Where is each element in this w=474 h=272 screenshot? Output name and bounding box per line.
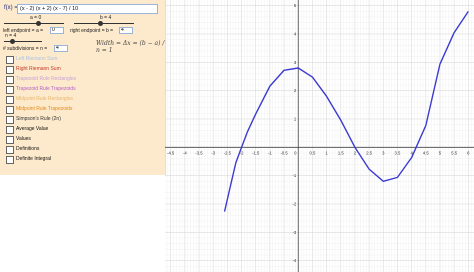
x-tick-label: -4: [183, 150, 187, 155]
control-panel: f(x) = a = 0 b = 4 left endpoint = a = r…: [0, 0, 166, 272]
x-tick-label: -0.5: [280, 150, 288, 155]
y-tick-label: -4: [293, 258, 297, 263]
x-tick-label: -4.5: [167, 150, 175, 155]
function-input[interactable]: [17, 4, 158, 14]
checkbox-label: Midpoint Rule Rectangles: [16, 96, 73, 102]
x-tick-label: 1.5: [338, 150, 344, 155]
checkbox[interactable]: [6, 56, 14, 64]
checkbox[interactable]: [6, 116, 14, 124]
checkbox[interactable]: [6, 146, 14, 154]
x-tick-label: 2.5: [366, 150, 372, 155]
x-tick-label: -3.5: [195, 150, 203, 155]
slider-b-handle[interactable]: [98, 21, 103, 26]
checkbox-label: Left Riemann Sum: [16, 56, 58, 62]
checkbox-label: Trapezoid Rule Trapezoids: [16, 86, 76, 92]
right-endpoint-label: right endpoint = b =: [70, 28, 114, 34]
slider-b-caption: b = 4: [100, 15, 112, 21]
checkbox[interactable]: [6, 136, 14, 144]
checkbox[interactable]: [6, 106, 14, 114]
checkbox-label: Trapezoid Rule Rectangles: [16, 76, 77, 82]
checkbox[interactable]: [6, 96, 14, 104]
right-endpoint-input[interactable]: [119, 27, 133, 34]
slider-a-handle[interactable]: [36, 21, 41, 26]
x-tick-label: -1: [268, 150, 272, 155]
checkbox-label: Values: [16, 136, 31, 142]
function-label: f(x) =: [4, 5, 18, 11]
y-tick-label: -1: [293, 173, 297, 178]
checkbox[interactable]: [6, 76, 14, 84]
checkbox[interactable]: [6, 66, 14, 74]
controls-area: f(x) = a = 0 b = 4 left endpoint = a = r…: [0, 0, 166, 175]
x-tick-label: 3.5: [395, 150, 401, 155]
subdivisions-input[interactable]: [54, 45, 68, 52]
subdivisions-label: # subdivisions = n =: [3, 46, 48, 52]
checkbox[interactable]: [6, 156, 14, 164]
graph-view[interactable]: -4.5 -4 -3.5 -3 -2.5 -2 -1.5 -1 -0.5 0 0.5 1 1.5 2 2.5…: [165, 0, 474, 272]
x-tick-label: 5.5: [451, 150, 457, 155]
x-tick-label: 4.5: [423, 150, 429, 155]
x-tick-label: 0.5: [309, 150, 315, 155]
checkbox[interactable]: [6, 86, 14, 94]
x-tick-label: -2.5: [224, 150, 232, 155]
checkbox-label: Midpoint Rule Trapezoids: [16, 106, 73, 112]
checkbox-label: Definitions: [16, 146, 40, 152]
checkbox-label: Average Value: [16, 126, 49, 132]
slider-a-caption: a = 0: [30, 15, 42, 21]
checkbox-label: Definite Integral: [16, 156, 52, 162]
slider-n-handle[interactable]: [10, 39, 15, 44]
slider-b-track[interactable]: [74, 23, 134, 24]
function-row: f(x) =: [3, 4, 161, 16]
checkbox[interactable]: [6, 126, 14, 134]
checkbox-label: Right Riemann Sum: [16, 66, 61, 72]
x-tick-label: -3: [211, 150, 215, 155]
slider-a-track[interactable]: [4, 23, 64, 24]
left-endpoint-input[interactable]: [50, 27, 64, 34]
y-tick-label: -2: [293, 202, 297, 207]
x-tick-label: -1.5: [252, 150, 260, 155]
y-tick-label: -3: [293, 230, 297, 235]
checkbox-label: Simpson's Rule (2n): [16, 116, 61, 122]
width-formula: Width = Δx = (b − a) / n = 1: [96, 40, 165, 54]
slider-n-caption: n = 4: [5, 33, 17, 39]
